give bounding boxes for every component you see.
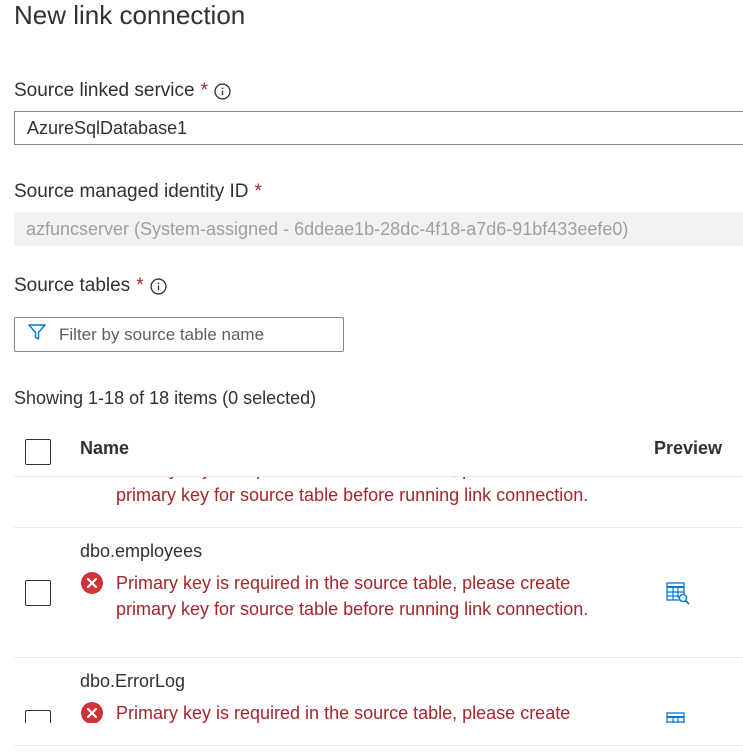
- items-count: Showing 1-18 of 18 items (0 selected): [14, 388, 317, 408]
- filter-input[interactable]: [57, 323, 331, 346]
- filter-icon: [27, 322, 47, 347]
- source-linked-service-field[interactable]: AzureSqlDatabase1: [14, 111, 743, 145]
- error-icon: [80, 701, 104, 723]
- source-identity-field: azfuncserver (System-assigned - 6ddeae1b…: [14, 212, 743, 246]
- table-preview-icon[interactable]: [665, 580, 691, 611]
- table-row[interactable]: dbo.ErrorLog Primary key is required in …: [14, 658, 743, 723]
- error-message: Primary key is required in the source ta…: [116, 703, 571, 723]
- required-marker: *: [136, 275, 144, 296]
- source-identity-label: Source managed identity ID *: [14, 181, 262, 203]
- column-header-preview: Preview: [654, 438, 723, 458]
- error-message: Primary key is required in the source ta…: [116, 477, 589, 505]
- list-bottom-divider: [14, 745, 743, 746]
- row-checkbox[interactable]: [25, 710, 51, 723]
- source-linked-service-label-text: Source linked service: [14, 80, 195, 101]
- table-name: dbo.employees: [80, 541, 203, 561]
- filter-box[interactable]: [14, 317, 344, 352]
- error-icon: [80, 571, 104, 600]
- page-title: New link connection: [14, 0, 246, 30]
- info-icon[interactable]: [214, 82, 231, 100]
- column-header-name[interactable]: Name: [80, 438, 129, 459]
- table-row: Primary key is required in the source ta…: [14, 477, 743, 527]
- source-linked-service-label: Source linked service *: [14, 80, 231, 102]
- error-message: Primary key is required in the source ta…: [116, 573, 589, 619]
- info-icon[interactable]: [150, 277, 167, 295]
- source-tables-label-text: Source tables: [14, 275, 131, 296]
- required-marker: *: [200, 80, 208, 101]
- table-preview-icon[interactable]: [665, 710, 691, 723]
- table-header: Name Preview: [14, 428, 743, 477]
- source-identity-label-text: Source managed identity ID: [14, 181, 249, 202]
- table-rows[interactable]: Primary key is required in the source ta…: [14, 477, 743, 723]
- required-marker: *: [254, 181, 262, 202]
- table-name: dbo.ErrorLog: [80, 671, 186, 691]
- table-row[interactable]: dbo.employees Primary key is required in…: [14, 528, 743, 658]
- select-all-checkbox[interactable]: [25, 439, 51, 465]
- source-tables-label: Source tables *: [14, 275, 167, 297]
- row-checkbox[interactable]: [25, 580, 51, 606]
